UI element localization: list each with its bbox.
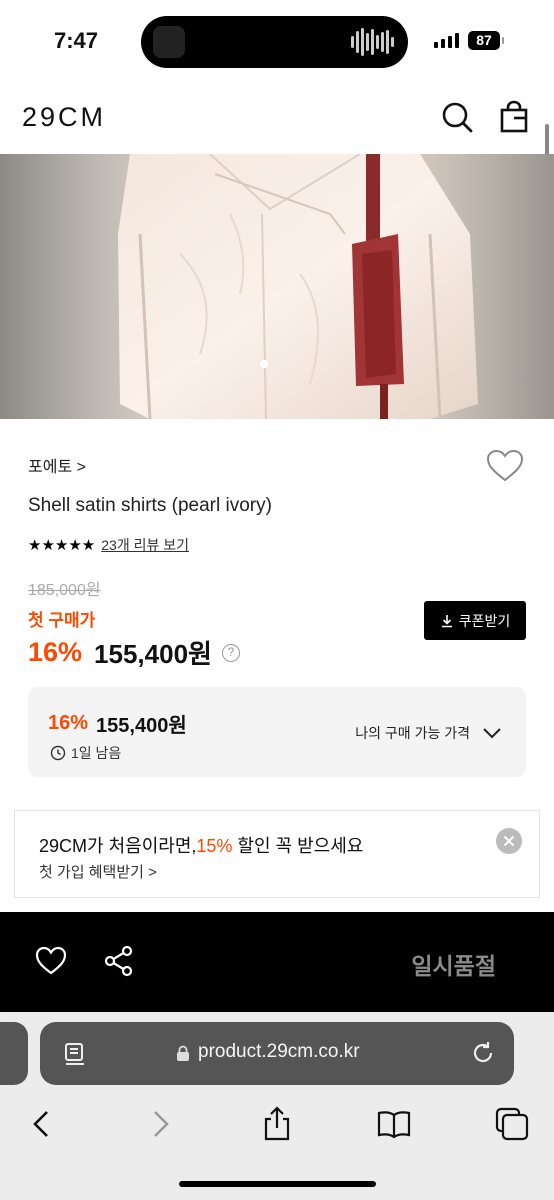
banner-title-end: 할인 꼭 받으세요	[232, 836, 364, 856]
sale-price: 155,400원	[94, 639, 212, 669]
lock-icon	[177, 1045, 189, 1061]
site-header: 29CM	[0, 80, 554, 154]
reload-icon[interactable]	[470, 1040, 496, 1066]
time-remaining-label: 1일 남음	[71, 745, 122, 761]
address-bar[interactable]: product.29cm.co.kr	[40, 1022, 514, 1085]
my-price: 155,400원	[96, 715, 187, 737]
banner-title: 29CM가 처음이라면,15% 할인 꼭 받으세요	[39, 832, 363, 858]
product-image[interactable]	[0, 154, 554, 419]
my-price-toggle-label: 나의 구매 가능 가격	[355, 725, 470, 741]
my-price-box[interactable]: 16% 155,400원 1일 남음 나의 구매 가능 가격	[28, 687, 526, 777]
brand-link[interactable]: 포에토 >	[28, 453, 86, 477]
original-price: 185,000원	[28, 582, 101, 599]
discount-percent: 16%	[28, 637, 83, 667]
first-purchase-label: 첫 구매가	[28, 611, 96, 630]
my-price-toggle[interactable]: 나의 구매 가능 가격	[355, 723, 502, 743]
heart-icon[interactable]	[486, 449, 524, 483]
chevron-down-icon	[483, 728, 501, 739]
brand-name: 포에토	[28, 459, 73, 476]
chevron-right-icon: >	[148, 864, 157, 881]
app-thumbnail	[153, 26, 185, 58]
url-text: product.29cm.co.kr	[198, 1041, 360, 1062]
reader-icon[interactable]	[64, 1042, 86, 1066]
banner-title-start: 29CM가 처음이라면,	[39, 836, 197, 856]
dynamic-island	[141, 16, 408, 68]
sale-price-row: 16% 155,400원 ?	[28, 634, 240, 671]
tabs-icon[interactable]	[494, 1106, 530, 1142]
share-icon[interactable]	[102, 944, 136, 978]
signup-banner[interactable]: 29CM가 처음이라면,15% 할인 꼭 받으세요 첫 가입 혜택받기 >	[14, 810, 540, 898]
bookmarks-icon[interactable]	[376, 1106, 412, 1142]
banner-subtitle[interactable]: 첫 가입 혜택받기 >	[39, 861, 157, 882]
help-icon[interactable]: ?	[221, 643, 240, 662]
time-remaining: 1일 남음	[50, 743, 121, 763]
my-price-row: 16% 155,400원	[48, 709, 187, 738]
battery-indicator: 87	[468, 31, 504, 50]
share-sheet-icon[interactable]	[259, 1106, 295, 1142]
product-title: Shell satin shirts (pearl ivory)	[28, 495, 272, 516]
heart-icon[interactable]	[34, 944, 68, 978]
banner-subtitle-label: 첫 가입 혜택받기	[39, 864, 144, 881]
bottom-action-bar: 일시품절	[0, 912, 554, 1012]
forward-icon[interactable]	[142, 1106, 178, 1142]
banner-title-highlight: 15%	[196, 836, 233, 856]
browser-toolbar: product.29cm.co.kr	[0, 1012, 554, 1200]
home-indicator[interactable]	[179, 1181, 376, 1187]
previous-tab-peek[interactable]	[0, 1022, 28, 1085]
my-discount-percent: 16%	[48, 712, 89, 734]
review-link[interactable]: 23개 리뷰 보기	[101, 535, 189, 555]
shopping-bag-icon[interactable]	[498, 100, 532, 134]
status-time: 7:47	[54, 28, 99, 53]
star-rating: ★★★★★	[28, 537, 96, 554]
signal-icon	[434, 32, 459, 48]
shirt-photo	[118, 154, 478, 419]
status-bar: 7:47 87	[0, 0, 554, 80]
clock-icon	[50, 745, 66, 761]
soldout-button[interactable]: 일시품절	[411, 947, 496, 981]
coupon-button[interactable]: 쿠폰받기	[424, 601, 526, 640]
chevron-right-icon: >	[76, 459, 86, 476]
search-icon[interactable]	[440, 100, 474, 134]
audio-wave-icon	[351, 28, 394, 56]
coupon-button-label: 쿠폰받기	[458, 612, 511, 629]
rating-row: ★★★★★ 23개 리뷰 보기	[28, 535, 189, 555]
site-logo[interactable]: 29CM	[22, 102, 106, 133]
back-icon[interactable]	[24, 1106, 60, 1142]
download-icon	[441, 614, 452, 627]
close-icon[interactable]	[496, 828, 522, 854]
